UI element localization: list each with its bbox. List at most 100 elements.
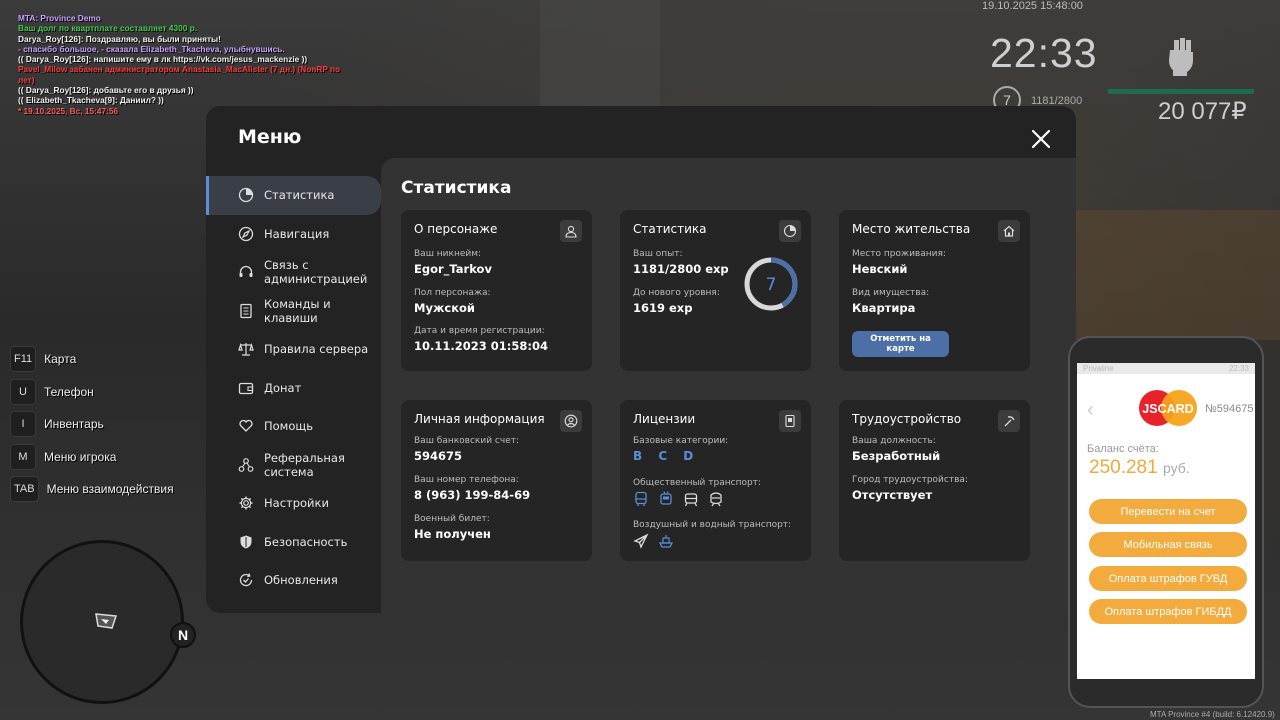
nav-item-statistics[interactable]: Статистика (206, 176, 381, 215)
gear-icon (239, 496, 253, 510)
military-id-label: Военный билет: (414, 514, 490, 524)
nav-item-security[interactable]: Безопасность (206, 523, 381, 562)
key-label: Карта (44, 352, 77, 366)
next-level-value: 1619 exp (633, 301, 693, 315)
keybind-hints: F11 Карта U Телефон I Инвентарь M Меню игрок… (10, 346, 174, 509)
phone-number-label: Ваш номер телефона: (414, 475, 519, 485)
network-icon (238, 457, 254, 472)
base-categories-value: B C D (633, 449, 700, 463)
military-id-value: Не получен (414, 527, 491, 541)
metro-icon (710, 492, 722, 507)
balance-currency: руб. (1162, 460, 1190, 476)
job-position-label: Ваша должность: (852, 436, 936, 446)
heart-hand-icon (239, 420, 253, 433)
nav-item-updates[interactable]: Обновления (206, 561, 381, 600)
nav-label-text: Реферальная система (264, 450, 345, 479)
pickaxe-icon (998, 410, 1020, 432)
nav-item-donate[interactable]: Донат (206, 369, 381, 408)
nav-label: Статистика (264, 188, 335, 203)
phone-clock: 22:33 (1228, 364, 1249, 373)
mobile-payment-button[interactable]: Мобильная связь (1089, 532, 1247, 557)
nav-label-text: Команды и клавиши (264, 296, 331, 325)
player-marker-icon (95, 613, 117, 629)
nav-label: Помощь (264, 419, 314, 434)
residence-place-value: Невский (852, 262, 908, 276)
key-label: Меню игрока (44, 449, 117, 464)
chat-log: MTA: Province Demo Ваш долг по квартплате… (18, 13, 340, 116)
card-persona: О персонаже Ваш никнейм: Egor_Tarkov Пол… (401, 210, 592, 371)
card-brand: JSCARD (1142, 402, 1193, 416)
close-icon[interactable] (1030, 128, 1052, 150)
keybind-row: I Инвентарь (10, 411, 174, 438)
nav-item-admin-contact[interactable]: Связь с администрацией (206, 253, 381, 292)
key-cap: M (10, 443, 36, 470)
hud-money: 20 077₽ (1158, 98, 1247, 125)
chat-line: Darya_Roy[126]: Поздравляю, вы были прин… (18, 33, 221, 44)
house-icon (998, 220, 1020, 242)
card-title: О персонаже (414, 222, 498, 236)
job-city-value: Отсутствует (852, 488, 933, 502)
transfer-button[interactable]: Перевести на счет (1089, 499, 1247, 524)
registration-value: 10.11.2023 01:58:04 (414, 339, 548, 353)
nav-item-commands[interactable]: Команды и клавиши (206, 292, 381, 331)
key-label: Инвентарь (44, 417, 104, 432)
nav-label: Обновления (264, 573, 338, 588)
key-cap: TAB (10, 476, 39, 503)
chat-line: MTA: Province Demo (18, 13, 101, 23)
compass-icon (238, 226, 254, 241)
keybind-row: M Меню игрока (10, 443, 174, 470)
nav-label: Навигация (264, 226, 330, 241)
document-icon (240, 303, 252, 318)
gibdd-fines-button[interactable]: Оплата штрафов ГИБДД (1089, 599, 1247, 624)
air-water-transport-label: Воздушный и водный транспорт: (633, 520, 792, 530)
nav-item-navigation[interactable]: Навигация (206, 215, 381, 254)
guvd-fines-button[interactable]: Оплата штрафов ГУВД (1089, 566, 1247, 591)
pie-chart-icon (238, 188, 254, 203)
airplane-icon (633, 533, 649, 549)
chat-line: (( Darya_Roy[126]: напишите ему в лк htt… (18, 54, 308, 65)
card-stats: Статистика Ваш опыт: 1181/2800 exp До но… (620, 210, 811, 371)
base-categories-label: Базовые категории: (633, 436, 729, 446)
card-title: Статистика (633, 222, 707, 236)
phone-number-value: 8 (963) 199-84-69 (414, 488, 531, 502)
back-arrow-icon[interactable]: ‹ (1087, 399, 1094, 422)
card-number: №594675 (1205, 403, 1254, 415)
content-title: Статистика (401, 178, 512, 198)
key-label: Меню взаимодействия (46, 482, 174, 497)
nav-item-rules[interactable]: Правила сервера (206, 330, 381, 369)
mark-on-map-button[interactable]: Отметить на карте (852, 331, 949, 357)
user-icon (560, 220, 582, 242)
public-transport-label: Общественный транспорт: (633, 478, 761, 488)
wallet-icon (238, 382, 254, 394)
chat-line: (( Elizabeth_Tkacheva[9]: Даниил? )) (18, 95, 164, 106)
registration-label: Дата и время регистрации: (414, 326, 545, 336)
next-level-label: До нового уровня: (633, 288, 720, 298)
hud-health-bar (1108, 89, 1254, 94)
nav-label: Команды и клавиши (264, 297, 331, 325)
card-residence: Место жительства Место проживания: Невск… (839, 210, 1030, 371)
keybind-row: TAB Меню взаимодействия (10, 476, 174, 503)
nav-item-settings[interactable]: Настройки (206, 484, 381, 523)
card-title: Место жительства (852, 222, 971, 236)
statistics-panel: Статистика О персонаже Ваш никнейм: Egor… (381, 158, 1076, 613)
main-menu: Меню Статистика Навигация Связь с админи… (206, 106, 1076, 613)
hud-date: 19.10.2025 15:48:00 (982, 0, 1083, 12)
residence-place-label: Место проживания: (852, 249, 946, 259)
level-number: 7 (766, 275, 777, 295)
air-water-transport-icons (633, 533, 674, 549)
balance-amount: 250.281 (1089, 457, 1158, 478)
ship-icon (658, 535, 674, 548)
license-icon (779, 410, 801, 432)
card-title: Трудоустройство (852, 412, 962, 426)
card-title: Лицензии (633, 412, 696, 426)
nav-item-help[interactable]: Помощь (206, 407, 381, 446)
menu-title: Меню (238, 126, 302, 148)
chat-line: Pavel_Milow забанен администратором Anas… (18, 64, 341, 75)
minimap (20, 540, 184, 704)
nav-label: Донат (264, 380, 302, 395)
chat-line: лет) (18, 74, 35, 85)
hud-clock: 22:33 (990, 30, 1098, 76)
exp-value: 1181/2800 exp (633, 262, 729, 276)
nav-item-referral[interactable]: Реферальная система (206, 446, 381, 485)
phone: Privaline 22:33 ‹ JSCARD №594675 Баланс … (1068, 336, 1264, 708)
